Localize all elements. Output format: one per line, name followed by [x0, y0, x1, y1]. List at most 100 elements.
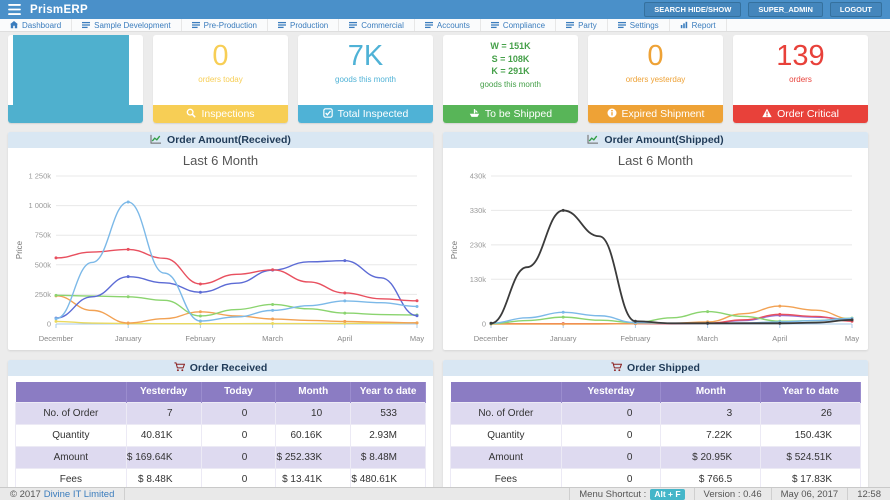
- panel-title: Order Received: [190, 362, 268, 374]
- menu-item-dashboard[interactable]: Dashboard: [0, 19, 72, 31]
- table-row-amount: Amount0$ 20.95K$ 524.51K: [451, 446, 861, 468]
- search-hide-show-button[interactable]: SEARCH HIDE/SHOW: [644, 2, 741, 17]
- tables-row: Order Received YesterdayTodayMonthYear t…: [8, 360, 868, 497]
- order-received-panel: Order Received YesterdayTodayMonthYear t…: [8, 360, 433, 497]
- row-label: Quantity: [16, 424, 127, 446]
- svg-text:February: February: [620, 334, 650, 343]
- inspections-button[interactable]: Inspections: [153, 105, 288, 123]
- copyright-text: © 2017: [10, 489, 41, 500]
- svg-text:Price: Price: [15, 240, 24, 259]
- stat-cards-row: 0orders todayInspections 7Kgoods this mon…: [8, 35, 868, 123]
- cell-value: 26: [761, 402, 861, 424]
- home-icon: [10, 21, 18, 29]
- chart-subtitle: Last 6 Month: [443, 153, 868, 168]
- order-shipped-table: YesterdayMonthYear to dateNo. of Order03…: [443, 382, 868, 491]
- cell-value: 0: [201, 424, 276, 446]
- to-be-shipped-button[interactable]: To be Shipped: [443, 105, 578, 123]
- svg-text:0: 0: [482, 320, 486, 329]
- menu-item-settings[interactable]: Settings: [608, 19, 670, 31]
- app-root: { "topbar": { "brand": "PrismERP", "butt…: [0, 0, 890, 500]
- table-header-year-to-date: Year to date: [761, 382, 861, 402]
- svg-text:May: May: [845, 334, 859, 343]
- order-amount-shipped-header: Order Amount(Shipped): [443, 132, 868, 148]
- svg-text:January: January: [550, 334, 577, 343]
- svg-text:March: March: [697, 334, 718, 343]
- svg-text:January: January: [115, 334, 142, 343]
- card-body: 0orders today: [153, 35, 288, 105]
- widget-footer[interactable]: [8, 105, 143, 123]
- menu-shortcut-label: Menu Shortcut :: [579, 489, 646, 500]
- svg-text:330k: 330k: [470, 206, 487, 215]
- cell-value: $ 169.64K: [126, 446, 201, 468]
- table-header-month: Month: [276, 382, 351, 402]
- logout-button[interactable]: LOGOUT: [830, 2, 882, 17]
- menu-item-accounts[interactable]: Accounts: [415, 19, 481, 31]
- order-amount-shipped-chart: 0130k230k330k430kDecemberJanuaryFebruary…: [443, 168, 868, 350]
- svg-text:May: May: [410, 334, 424, 343]
- menu-shortcut: Menu Shortcut : Alt + F: [569, 488, 693, 500]
- cell-value: 2.93M: [351, 424, 426, 446]
- order-received-table: YesterdayTodayMonthYear to dateNo. of Or…: [8, 382, 433, 491]
- cell-value: 150.43K: [761, 424, 861, 446]
- cell-value: 0: [201, 446, 276, 468]
- card-body: [8, 35, 143, 105]
- cell-value: 7.22K: [661, 424, 761, 446]
- company-link[interactable]: Divine IT Limited: [44, 489, 115, 500]
- card-order-critical: 139ordersOrder Critical: [733, 35, 868, 123]
- menu-item-report[interactable]: Report: [670, 19, 727, 31]
- svg-text:750k: 750k: [35, 231, 52, 240]
- card-total-inspected: 7Kgoods this monthTotal Inspected: [298, 35, 433, 123]
- topbar-actions: SEARCH HIDE/SHOW SUPER_ADMIN LOGOUT: [644, 2, 882, 17]
- svg-text:April: April: [337, 334, 352, 343]
- panel-title: Order Amount(Shipped): [604, 134, 723, 146]
- hamburger-menu-icon[interactable]: [8, 4, 21, 15]
- svg-text:0: 0: [47, 320, 51, 329]
- date-display: May 06, 2017: [771, 488, 848, 500]
- list-icon: [491, 21, 499, 29]
- cell-value: $ 20.95K: [661, 446, 761, 468]
- menu-item-commercial[interactable]: Commercial: [339, 19, 415, 31]
- order-critical-button[interactable]: Order Critical: [733, 105, 868, 123]
- expired-shipment-button[interactable]: Expired Shipment: [588, 105, 723, 123]
- cart-icon: [174, 362, 185, 375]
- order-received-header: Order Received: [8, 360, 433, 376]
- card-expired-shipment: 0orders yesterdayExpired Shipment: [588, 35, 723, 123]
- order-amount-received-chart: 0250k500k750k1 000k1 250kDecemberJanuary…: [8, 168, 433, 350]
- date-text: May 06, 2017: [781, 489, 839, 500]
- chart-icon: [680, 21, 688, 29]
- svg-text:December: December: [474, 334, 509, 343]
- order-shipped-header: Order Shipped: [443, 360, 868, 376]
- list-icon: [566, 21, 574, 29]
- search-icon: [186, 108, 196, 121]
- menu-item-production[interactable]: Production: [268, 19, 339, 31]
- card-sublabel: orders yesterday: [588, 75, 723, 84]
- menu-item-label: Pre-Production: [204, 21, 257, 30]
- menu-item-sample-development[interactable]: Sample Development: [72, 19, 181, 31]
- ship-icon: [469, 108, 480, 121]
- menu-item-party[interactable]: Party: [556, 19, 608, 31]
- menu-item-compliance[interactable]: Compliance: [481, 19, 556, 31]
- menu-item-pre-production[interactable]: Pre-Production: [182, 19, 268, 31]
- table-header-yesterday: Yesterday: [126, 382, 201, 402]
- version-text: Version : 0.46: [704, 489, 762, 500]
- line-chart-svg: 0130k230k330k430kDecemberJanuaryFebruary…: [447, 168, 864, 350]
- svg-text:February: February: [185, 334, 215, 343]
- card-body: 0orders yesterday: [588, 35, 723, 105]
- table-header-blank: [16, 382, 127, 402]
- menu-item-label: Accounts: [437, 21, 470, 30]
- cart-icon: [611, 362, 622, 375]
- total-inspected-button[interactable]: Total Inspected: [298, 105, 433, 123]
- row-label: Quantity: [451, 424, 562, 446]
- series-black: [491, 210, 852, 323]
- version-info: Version : 0.46: [694, 488, 771, 500]
- cell-value: $ 252.33K: [276, 446, 351, 468]
- card-sublabel: goods this month: [443, 80, 578, 89]
- super-admin-button[interactable]: SUPER_ADMIN: [748, 2, 823, 17]
- cell-value: $ 8.48M: [351, 446, 426, 468]
- list-icon: [82, 21, 90, 29]
- svg-text:April: April: [772, 334, 787, 343]
- row-label: No. of Order: [451, 402, 562, 424]
- table-row-quantity: Quantity40.81K060.16K2.93M: [16, 424, 426, 446]
- table-row-amount: Amount$ 169.64K0$ 252.33K$ 8.48M: [16, 446, 426, 468]
- svg-text:Price: Price: [450, 240, 459, 259]
